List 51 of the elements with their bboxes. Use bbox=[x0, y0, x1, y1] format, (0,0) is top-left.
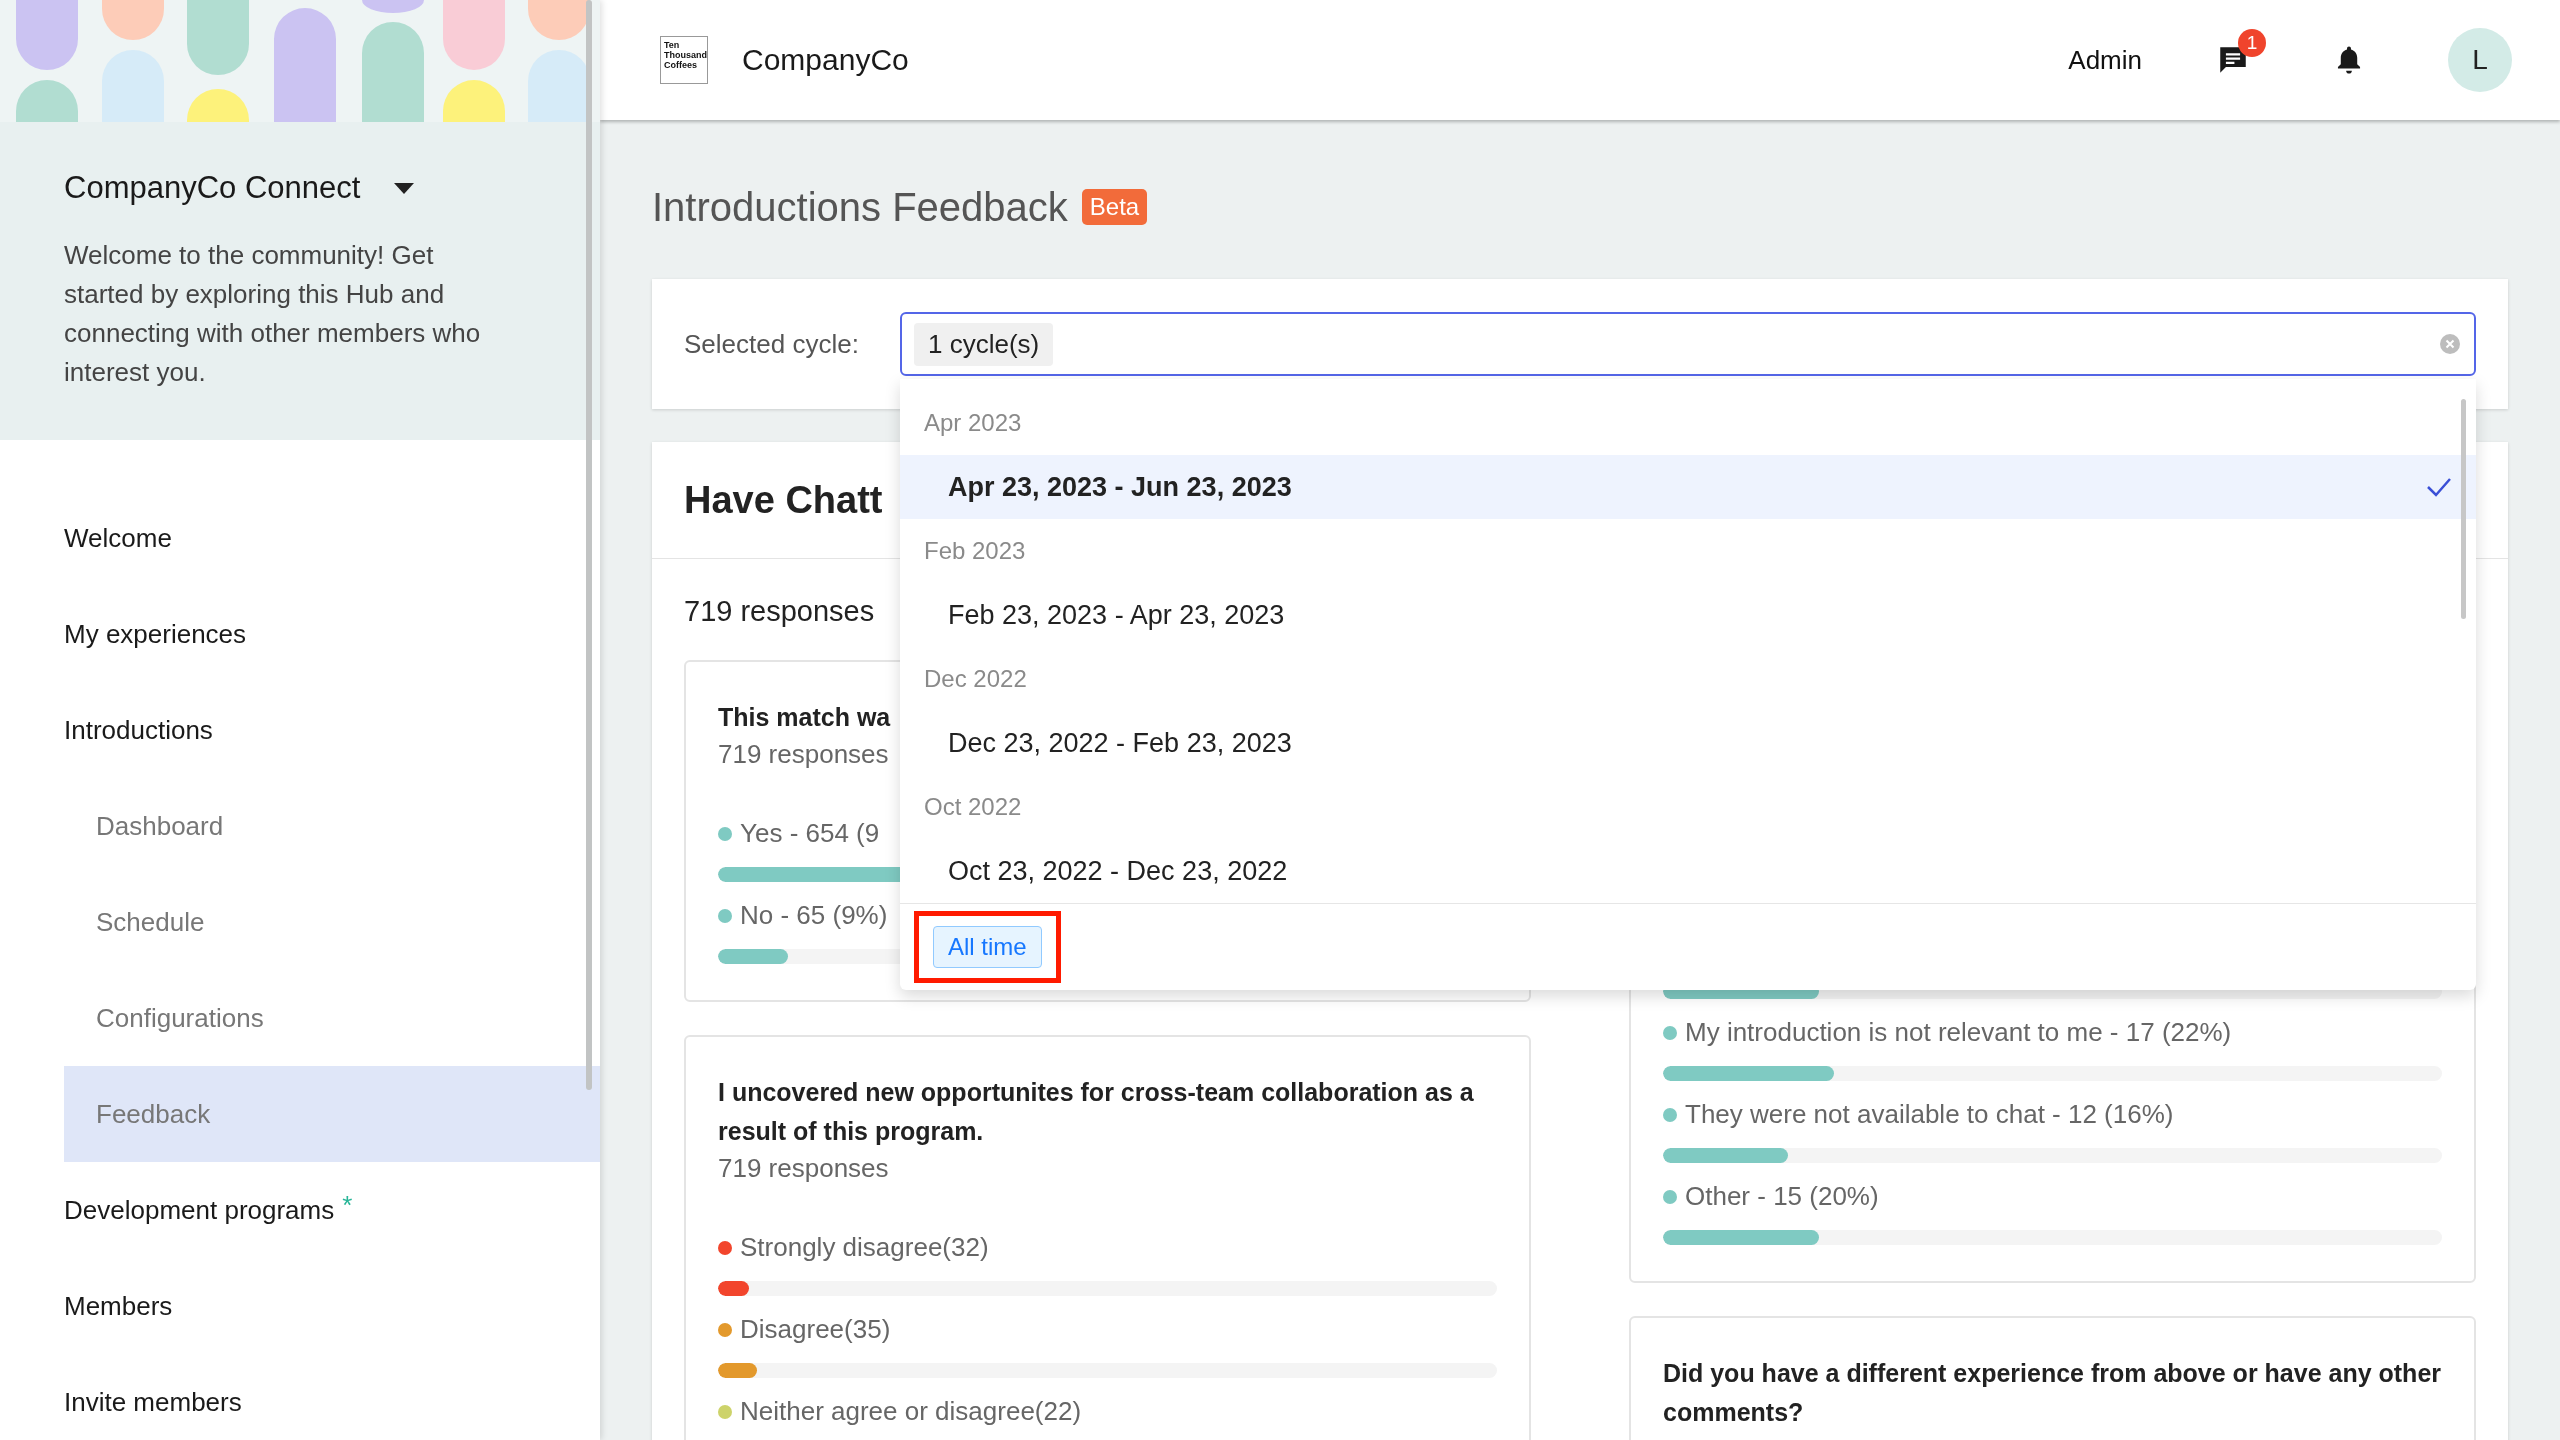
answer-label: Neither agree or disagree(22) bbox=[740, 1396, 1082, 1427]
answer-label: My introduction is not relevant to me - 17 (22%) bbox=[1685, 1017, 2232, 1048]
check-icon bbox=[2426, 477, 2452, 497]
selected-tag: 1 cycle(s) bbox=[914, 322, 1054, 366]
dropdown-option[interactable]: Feb 23, 2023 - Apr 23, 2023 bbox=[900, 583, 2476, 647]
group-header: Dec 2022 bbox=[923, 664, 1028, 694]
nav-item[interactable]: Configurations bbox=[64, 970, 600, 1066]
response-count: 719 responses bbox=[718, 1153, 889, 1184]
answer-label: Strongly disagree(32) bbox=[740, 1232, 989, 1263]
group-header: Feb 2023 bbox=[923, 536, 1027, 566]
nav-item[interactable]: Introductions bbox=[64, 682, 600, 778]
group-header: Oct 2022 bbox=[923, 792, 1023, 822]
hub-description: Welcome to the community! Get started by exploring this Hub and connecting with other members who interest you. bbox=[64, 239, 482, 389]
group-header: Apr 2023 bbox=[923, 408, 1023, 438]
question-text: Did you have a different experience from above or have any other comments? bbox=[1663, 1358, 2442, 1428]
nav-item[interactable]: Invite members bbox=[64, 1354, 600, 1440]
page-title: Introductions Feedback bbox=[652, 184, 1068, 230]
question-text: This match wa bbox=[718, 702, 891, 733]
answer-label: Other - 15 (20%) bbox=[1685, 1181, 1879, 1212]
scrollbar[interactable] bbox=[586, 0, 592, 1090]
answer-label: Yes - 654 (9 bbox=[740, 818, 880, 849]
scrollbar[interactable] bbox=[2461, 399, 2466, 619]
marker: * bbox=[342, 1190, 353, 1221]
answer-label: No - 65 (9%) bbox=[740, 900, 888, 931]
filter-label: Selected cycle: bbox=[684, 328, 860, 360]
response-total: 719 responses bbox=[684, 595, 875, 628]
caret-icon[interactable] bbox=[394, 182, 415, 194]
logo[interactable]: Ten Thousand Coffees bbox=[660, 36, 708, 84]
dropdown-option[interactable]: Dec 23, 2022 - Feb 23, 2023 bbox=[900, 711, 2476, 775]
avatar[interactable]: L bbox=[2448, 28, 2512, 92]
cycle-select[interactable]: 1 cycle(s) bbox=[900, 312, 2476, 376]
nav-item[interactable]: Schedule bbox=[64, 874, 600, 970]
all-time-button[interactable]: All time bbox=[933, 926, 1042, 968]
dropdown-option[interactable]: Apr 23, 2023 - Jun 23, 2023 bbox=[900, 455, 2476, 519]
answer-label: They were not available to chat - 12 (16%) bbox=[1685, 1099, 2174, 1130]
survey-title: Have Chatt bbox=[684, 478, 883, 522]
notification-badge: 1 bbox=[2238, 29, 2266, 57]
answer-label: Disagree(35) bbox=[740, 1314, 891, 1345]
dropdown-option[interactable]: Oct 23, 2022 - Dec 23, 2022 bbox=[900, 839, 2476, 903]
beta-badge: Beta bbox=[1081, 189, 1148, 225]
nav-item[interactable]: Feedback bbox=[64, 1066, 600, 1162]
nav-item[interactable]: Members bbox=[64, 1258, 600, 1354]
nav-item[interactable]: Welcome bbox=[64, 490, 600, 586]
hub-title[interactable]: CompanyCo Connect bbox=[64, 170, 361, 206]
question-text: I uncovered new opportunites for cross-team collaboration as a result of this program. bbox=[718, 1077, 1475, 1147]
company-name: CompanyCo bbox=[742, 43, 909, 77]
nav-item[interactable]: My experiences bbox=[64, 586, 600, 682]
response-count: 719 responses bbox=[718, 739, 889, 770]
role-label[interactable]: Admin bbox=[2068, 44, 2142, 76]
nav-item[interactable]: Dashboard bbox=[64, 778, 600, 874]
nav-item[interactable]: Development programs * bbox=[64, 1162, 600, 1258]
